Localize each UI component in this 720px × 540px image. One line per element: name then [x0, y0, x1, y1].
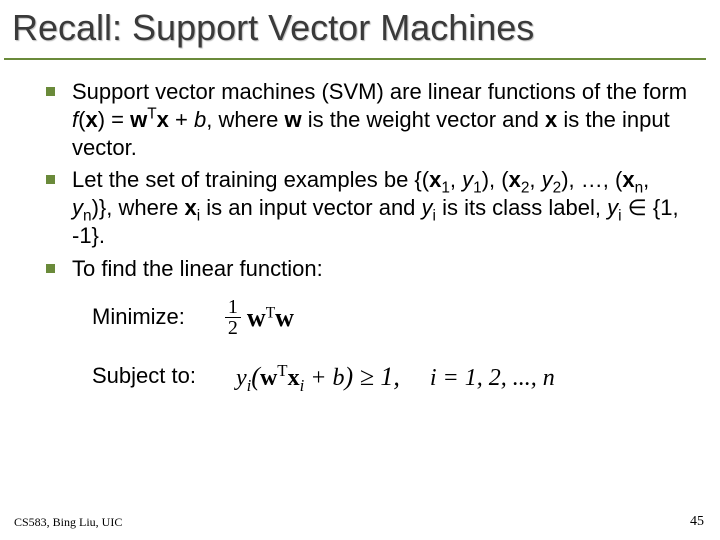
- b1-x2: x: [157, 107, 169, 132]
- minimize-row: Minimize: 1 2 wTw: [92, 297, 690, 338]
- c-range: i = 1, 2, ..., n: [430, 365, 555, 391]
- b1-plus: +: [169, 107, 194, 132]
- b1-f: f: [72, 107, 78, 132]
- b2-yi2: y: [607, 195, 618, 220]
- b2-sep1: ,: [450, 167, 462, 192]
- b1-mid2: is the weight vector and: [302, 107, 545, 132]
- footer-right: 45: [690, 514, 704, 530]
- b2-y1: y: [462, 167, 473, 192]
- slide-title: Recall: Support Vector Machines: [12, 8, 710, 48]
- c-x: x: [288, 365, 300, 391]
- b2-xn: x: [622, 167, 634, 192]
- b1-w2: w: [284, 107, 301, 132]
- b1-mid: , where: [206, 107, 284, 132]
- minimize-label: Minimize:: [92, 303, 185, 331]
- eq-w2: w: [275, 303, 294, 332]
- b2-yi: y: [422, 195, 433, 220]
- b1-x3: x: [545, 107, 557, 132]
- b2-sep2: ), (: [482, 167, 509, 192]
- bullet-1: Support vector machines (SVM) are linear…: [46, 78, 690, 162]
- b1-eq: ) =: [98, 107, 130, 132]
- c-w: w: [260, 365, 277, 391]
- b2-sy1: 1: [473, 179, 482, 196]
- b2-sep3: ,: [529, 167, 541, 192]
- bullet-2: Let the set of training examples be {(x1…: [46, 166, 690, 250]
- b2-x2: x: [509, 167, 521, 192]
- b2-sn: n: [635, 179, 644, 196]
- bullet-icon: [46, 264, 55, 273]
- c-ge: ) ≥ 1,: [344, 362, 399, 391]
- eq-w1: w: [247, 303, 266, 332]
- b1-text-a: Support vector machines (SVM) are linear…: [72, 79, 687, 104]
- subject-row: Subject to: yi(wTxi + b) ≥ 1, i = 1, 2, …: [92, 360, 690, 394]
- b2-sep4: ), …, (: [561, 167, 622, 192]
- b2-s1: 1: [441, 179, 450, 196]
- b2-xi: x: [185, 195, 197, 220]
- bullet-3: To find the linear function:: [46, 255, 690, 283]
- b3-text: To find the linear function:: [72, 256, 323, 281]
- b2-a: Let the set of training examples be {(: [72, 167, 429, 192]
- half-frac: 1 2: [225, 297, 241, 338]
- eq-T: T: [266, 304, 275, 321]
- c-T: T: [277, 361, 287, 380]
- minimize-eq: 1 2 wTw: [225, 297, 294, 338]
- c-y: y: [236, 365, 247, 391]
- constraint-eq: yi(wTxi + b) ≥ 1, i = 1, 2, ..., n: [236, 360, 555, 394]
- b2-x1: x: [429, 167, 441, 192]
- b1-w1: w: [130, 107, 147, 132]
- b2-sep6: )}, where: [92, 195, 185, 220]
- subject-label: Subject to:: [92, 362, 196, 390]
- b2-yn: y: [72, 195, 83, 220]
- footer-left: CS583, Bing Liu, UIC: [14, 515, 122, 530]
- frac-num: 1: [225, 297, 241, 317]
- b2-sy2: 2: [553, 179, 562, 196]
- b1-T: T: [147, 105, 156, 122]
- bullet-icon: [46, 87, 55, 96]
- c-open: (: [251, 362, 260, 391]
- b1-x1: x: [85, 107, 97, 132]
- b1-b: b: [194, 107, 206, 132]
- slide-body: Support vector machines (SVM) are linear…: [0, 60, 720, 394]
- frac-den: 2: [225, 317, 241, 338]
- c-plus: +: [304, 365, 332, 391]
- b2-mid: is an input vector and: [200, 195, 421, 220]
- b2-sep5: ,: [643, 167, 649, 192]
- b2-mid2: is its class label,: [436, 195, 607, 220]
- bullet-icon: [46, 175, 55, 184]
- c-b: b: [332, 365, 344, 391]
- b2-y2: y: [542, 167, 553, 192]
